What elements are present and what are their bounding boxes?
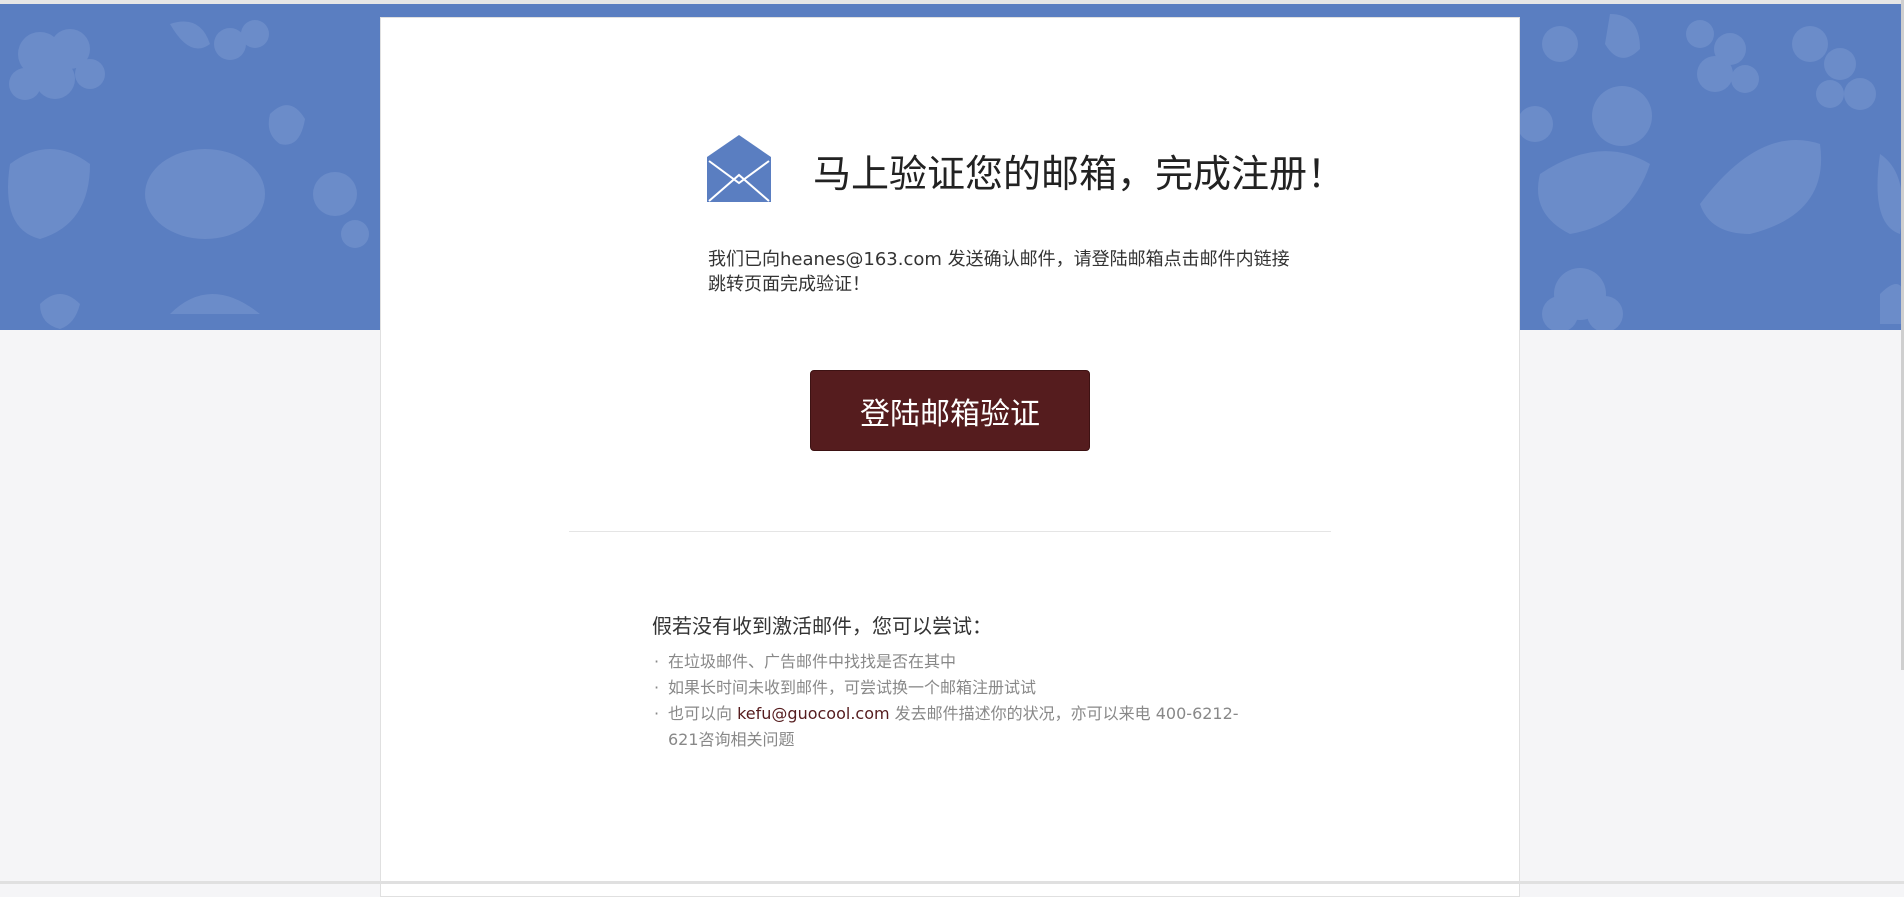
bullet: · (654, 678, 660, 697)
confirmation-message: 我们已向heanes@163.com 发送确认邮件，请登陆邮箱点击邮件内链接跳转… (708, 247, 1298, 297)
registered-email: heanes@163.com (780, 249, 942, 270)
support-email-link[interactable]: kefu@guocool.com (737, 704, 889, 723)
list-item: · 如果长时间未收到邮件，可尝试换一个邮箱注册试试 (652, 675, 1242, 701)
login-mailbox-verify-button[interactable]: 登陆邮箱验证 (810, 370, 1090, 451)
list-item: · 在垃圾邮件、广告邮件中找找是否在其中 (652, 649, 1242, 675)
tips-list: · 在垃圾邮件、广告邮件中找找是否在其中 · 如果长时间未收到邮件，可尝试换一个… (652, 649, 1242, 753)
tip-text: 在垃圾邮件、广告邮件中找找是否在其中 (668, 652, 957, 671)
tip-text-prefix: 也可以向 (668, 704, 738, 723)
list-item: · 也可以向 kefu@guocool.com 发去邮件描述你的状况，亦可以来电… (652, 701, 1242, 753)
divider (569, 531, 1331, 532)
bullet: · (654, 652, 660, 671)
tip-text: 如果长时间未收到邮件，可尝试换一个邮箱注册试试 (668, 678, 1037, 697)
message-prefix: 我们已向 (708, 249, 780, 270)
envelope-icon (707, 135, 771, 202)
bullet: · (654, 704, 660, 723)
tips-title: 假若没有收到激活邮件，您可以尝试： (652, 614, 992, 638)
page-title: 马上验证您的邮箱，完成注册！ (813, 152, 1346, 196)
